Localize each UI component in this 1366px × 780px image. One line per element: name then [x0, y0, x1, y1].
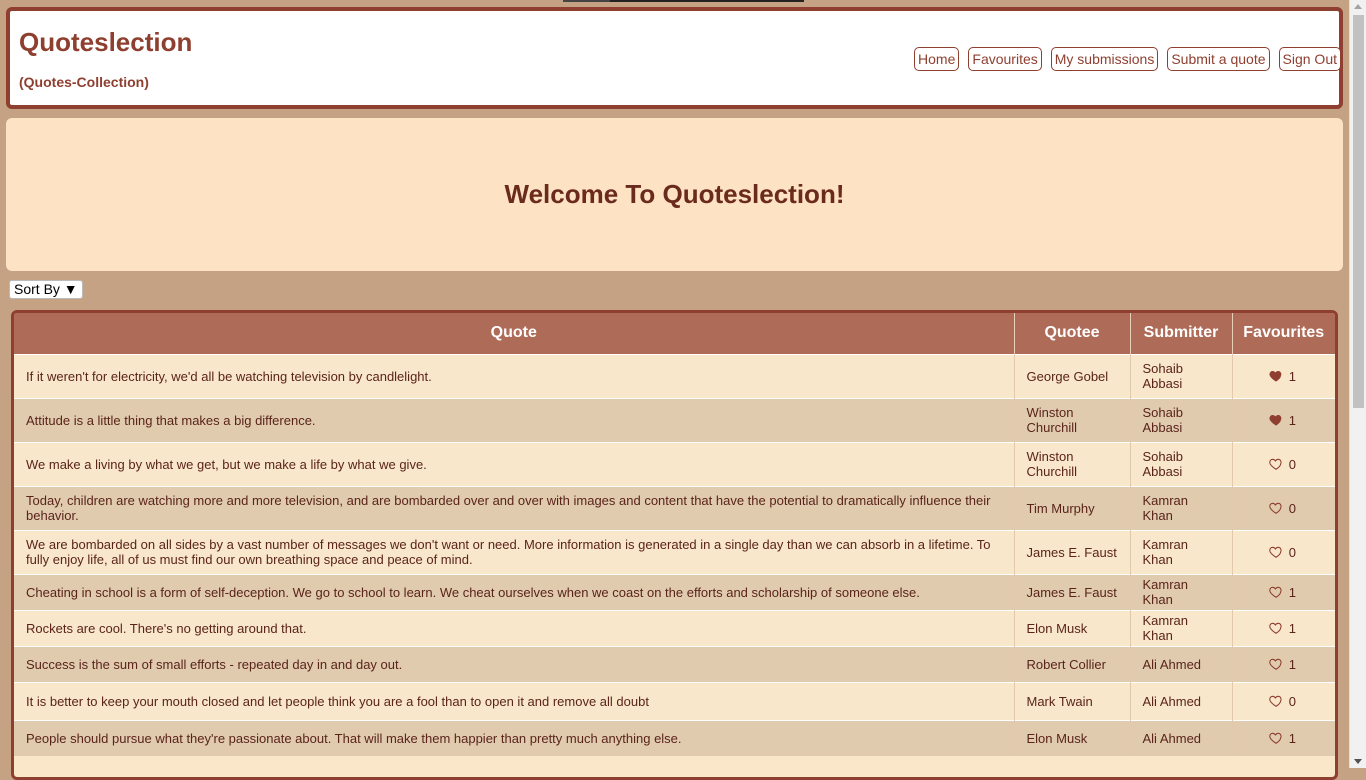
welcome-title: Welcome To Quoteslection! [504, 179, 845, 209]
site-subtitle: (Quotes-Collection) [19, 74, 149, 90]
quote-text: Today, children are watching more and mo… [14, 485, 1015, 530]
page-scrollbar[interactable] [1349, 0, 1366, 768]
table-row: People should pursue what they're passio… [14, 719, 1335, 756]
submitter-name: Ali Ahmed [1130, 719, 1233, 756]
quotes-table: Quote Quotee Submitter Favourites If it … [14, 313, 1335, 756]
table-row: Cheating in school is a form of self-dec… [14, 573, 1335, 610]
heart-icon[interactable] [1269, 694, 1283, 708]
favourites-cell: 1 [1232, 645, 1335, 682]
favourite-count: 1 [1288, 620, 1296, 636]
scroll-down-arrow-icon[interactable] [1354, 759, 1362, 764]
table-header-row: Quote Quotee Submitter Favourites [14, 313, 1335, 354]
quotee-name: James E. Faust [1014, 529, 1131, 574]
heart-icon[interactable] [1269, 501, 1283, 515]
nav-sign-out-button[interactable]: Sign Out [1278, 47, 1341, 71]
heart-icon[interactable] [1269, 657, 1283, 671]
favourites-cell: 1 [1232, 609, 1335, 646]
quotee-name: George Gobel [1014, 353, 1131, 398]
quote-text: People should pursue what they're passio… [14, 719, 1015, 756]
column-header-favourites: Favourites [1232, 313, 1335, 354]
submitter-name: Kamran Khan [1130, 609, 1233, 646]
favourite-count: 1 [1288, 656, 1296, 672]
favourites-cell: 0 [1232, 681, 1335, 720]
table-row: Today, children are watching more and mo… [14, 485, 1335, 530]
column-header-submitter: Submitter [1130, 313, 1233, 354]
favourite-count: 0 [1288, 544, 1296, 560]
submitter-name: Kamran Khan [1130, 529, 1233, 574]
quote-text: Cheating in school is a form of self-dec… [14, 573, 1015, 610]
quote-text: We make a living by what we get, but we … [14, 441, 1015, 486]
table-row: If it weren't for electricity, we'd all … [14, 353, 1335, 398]
quote-text: It is better to keep your mouth closed a… [14, 681, 1015, 720]
heart-icon[interactable] [1269, 457, 1283, 471]
favourites-cell: 1 [1232, 573, 1335, 610]
favourites-cell: 0 [1232, 529, 1335, 574]
quotee-name: James E. Faust [1014, 573, 1131, 610]
site-brand[interactable]: Quoteslection [19, 27, 192, 58]
favourite-count: 0 [1288, 693, 1296, 709]
nav-home-button[interactable]: Home [914, 47, 960, 71]
heart-icon[interactable] [1269, 621, 1283, 635]
main-nav: Home Favourites My submissions Submit a … [914, 47, 1341, 71]
submitter-name: Ali Ahmed [1130, 681, 1233, 720]
heart-icon[interactable] [1269, 545, 1283, 559]
table-row: Rockets are cool. There's no getting aro… [14, 609, 1335, 646]
favourite-count: 1 [1288, 584, 1296, 600]
nav-submit-quote-button[interactable]: Submit a quote [1167, 47, 1270, 71]
quotee-name: Winston Churchill [1014, 441, 1131, 486]
quotee-name: Mark Twain [1014, 681, 1131, 720]
submitter-name: Ali Ahmed [1130, 645, 1233, 682]
favourites-cell: 0 [1232, 485, 1335, 530]
nav-my-submissions-button[interactable]: My submissions [1050, 47, 1159, 71]
table-row: Success is the sum of small efforts - re… [14, 645, 1335, 682]
quotee-name: Elon Musk [1014, 609, 1131, 646]
favourite-count: 1 [1288, 368, 1296, 384]
quotee-name: Robert Collier [1014, 645, 1131, 682]
submitter-name: Kamran Khan [1130, 573, 1233, 610]
scroll-up-arrow-icon[interactable] [1354, 4, 1362, 9]
nav-favourites-button[interactable]: Favourites [968, 47, 1042, 71]
table-row: We are bombarded on all sides by a vast … [14, 529, 1335, 574]
quote-text: Attitude is a little thing that makes a … [14, 397, 1015, 442]
heart-icon[interactable] [1269, 413, 1283, 427]
favourite-count: 0 [1288, 500, 1296, 516]
heart-icon[interactable] [1269, 585, 1283, 599]
favourites-cell: 1 [1232, 353, 1335, 398]
favourite-count: 1 [1288, 730, 1296, 746]
top-strip [563, 0, 804, 2]
column-header-quote: Quote [14, 313, 1015, 354]
quotee-name: Elon Musk [1014, 719, 1131, 756]
table-row: We make a living by what we get, but we … [14, 441, 1335, 486]
column-header-quotee: Quotee [1014, 313, 1131, 354]
quotes-table-container: Quote Quotee Submitter Favourites If it … [11, 310, 1338, 780]
favourite-count: 1 [1288, 412, 1296, 428]
quotee-name: Winston Churchill [1014, 397, 1131, 442]
submitter-name: Sohaib Abbasi [1130, 397, 1233, 442]
favourite-count: 0 [1288, 456, 1296, 472]
quote-text: We are bombarded on all sides by a vast … [14, 529, 1015, 574]
sort-by-dropdown[interactable]: Sort By ▼ [9, 280, 83, 299]
favourites-cell: 0 [1232, 441, 1335, 486]
quote-text: If it weren't for electricity, we'd all … [14, 353, 1015, 398]
site-header: Quoteslection (Quotes-Collection) Home F… [6, 7, 1343, 109]
submitter-name: Sohaib Abbasi [1130, 441, 1233, 486]
quotee-name: Tim Murphy [1014, 485, 1131, 530]
heart-icon[interactable] [1269, 731, 1283, 745]
table-row: Attitude is a little thing that makes a … [14, 397, 1335, 442]
submitter-name: Sohaib Abbasi [1130, 353, 1233, 398]
quote-text: Rockets are cool. There's no getting aro… [14, 609, 1015, 646]
heart-icon[interactable] [1269, 369, 1283, 383]
table-row: It is better to keep your mouth closed a… [14, 681, 1335, 720]
favourites-cell: 1 [1232, 397, 1335, 442]
favourites-cell: 1 [1232, 719, 1335, 756]
scrollbar-thumb[interactable] [1353, 15, 1364, 408]
quote-text: Success is the sum of small efforts - re… [14, 645, 1015, 682]
welcome-banner: Welcome To Quoteslection! [6, 118, 1343, 271]
submitter-name: Kamran Khan [1130, 485, 1233, 530]
